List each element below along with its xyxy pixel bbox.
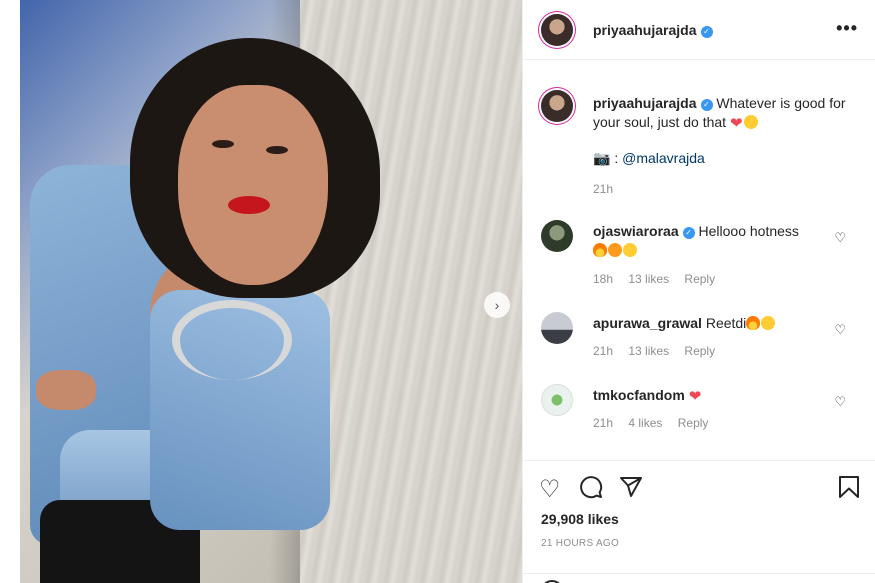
- verified-badge-icon: ✓: [700, 99, 713, 111]
- commenter-avatar[interactable]: [541, 384, 573, 416]
- reply-button[interactable]: Reply: [678, 416, 709, 430]
- photo-lips: [228, 196, 270, 214]
- post-photo[interactable]: [0, 0, 522, 583]
- more-options-icon[interactable]: •••: [836, 18, 858, 39]
- credit-mention-link[interactable]: @malavrajda: [622, 150, 705, 166]
- red-heart-emoji-icon: ❤: [688, 388, 702, 405]
- verified-badge-icon: ✓: [700, 26, 713, 38]
- red-heart-emoji-icon: ❤: [729, 115, 743, 132]
- chevron-right-icon: ›: [494, 297, 500, 313]
- commenter-username[interactable]: apurawa_grawal: [593, 315, 702, 331]
- comment-likes[interactable]: 13 likes: [628, 272, 669, 286]
- heart-outline-icon[interactable]: ♡: [539, 475, 561, 504]
- post-timestamp: 21 HOURS AGO: [541, 538, 620, 549]
- author-username[interactable]: priyaahujarajda: [593, 22, 697, 38]
- comment-text: Hellooo hotness: [698, 223, 799, 239]
- comment-text: Reetdi: [705, 315, 747, 331]
- comment-body: apurawa_grawal Reetdi: [593, 314, 833, 333]
- bookmark-icon-graphic: [839, 476, 859, 498]
- photo-hand: [36, 370, 96, 410]
- photo-eye-left: [212, 140, 234, 148]
- comment-icon-graphic: [580, 476, 603, 499]
- author-avatar[interactable]: [541, 14, 573, 46]
- comment-meta: 18h 13 likes Reply: [593, 272, 727, 286]
- commenter-avatar[interactable]: [541, 220, 573, 252]
- comment-time: 21h: [593, 344, 614, 358]
- photo-strap: [172, 300, 292, 380]
- comment-body: ojaswiaroraa ✓ Hellooo hotness: [593, 222, 833, 260]
- comment-like-heart-icon[interactable]: ♡: [834, 322, 846, 338]
- comment-icon[interactable]: [579, 475, 603, 506]
- comment-like-heart-icon[interactable]: ♡: [834, 394, 846, 410]
- comment-time: 18h: [593, 272, 614, 286]
- comment-like-heart-icon[interactable]: ♡: [834, 230, 846, 246]
- verified-badge-icon: ✓: [682, 227, 695, 239]
- commenter-avatar[interactable]: [541, 312, 573, 344]
- like-count[interactable]: 29,908 likes: [541, 511, 619, 527]
- fire-emoji-icon: [746, 316, 761, 330]
- next-photo-button[interactable]: ›: [484, 292, 510, 318]
- comment-meta: 21h 4 likes Reply: [593, 416, 720, 430]
- photo-face: [178, 85, 328, 285]
- commenter-username[interactable]: ojaswiaroraa: [593, 223, 679, 239]
- flushed-face-emoji-icon: [623, 243, 637, 257]
- add-comment-bar: [523, 573, 875, 583]
- photo-eye-right: [266, 146, 288, 154]
- comment-time: 21h: [593, 416, 614, 430]
- bookmark-icon[interactable]: [838, 475, 860, 506]
- grinning-emoji-icon: [761, 316, 776, 330]
- fire-emoji-icon: [593, 243, 607, 257]
- smiling-face-emoji-icon: [743, 115, 758, 129]
- reply-button[interactable]: Reply: [684, 344, 715, 358]
- caption-avatar[interactable]: [541, 90, 573, 122]
- reply-button[interactable]: Reply: [684, 272, 715, 286]
- post-header: priyaahujarajda ✓ •••: [523, 0, 875, 60]
- comment-likes[interactable]: 13 likes: [628, 344, 669, 358]
- caption-text-block: priyaahujarajda ✓ Whatever is good for yo…: [593, 94, 863, 133]
- camera-emoji-icon: 📷 :: [593, 150, 619, 166]
- photo-left-margin: [0, 0, 20, 583]
- caption-time: 21h: [593, 182, 614, 196]
- comment-likes[interactable]: 4 likes: [628, 416, 662, 430]
- paper-plane-icon-graphic: [620, 477, 642, 497]
- heart-eyes-emoji-icon: [608, 243, 622, 257]
- comment-body: tmkocfandom ❤: [593, 386, 833, 406]
- photo-credit: 📷 : @malavrajda: [593, 150, 705, 167]
- paper-plane-icon[interactable]: [619, 475, 643, 506]
- author-name-row: priyaahujarajda ✓: [593, 22, 713, 38]
- commenter-username[interactable]: tmkocfandom: [593, 387, 685, 403]
- post-actions: ♡ 29,908 likes 21 HOURS AGO: [523, 460, 875, 583]
- caption-username[interactable]: priyaahujarajda: [593, 95, 697, 111]
- post-side-panel: priyaahujarajda ✓ ••• priyaahujarajda ✓ Wh…: [522, 0, 875, 583]
- comment-meta: 21h 13 likes Reply: [593, 344, 727, 358]
